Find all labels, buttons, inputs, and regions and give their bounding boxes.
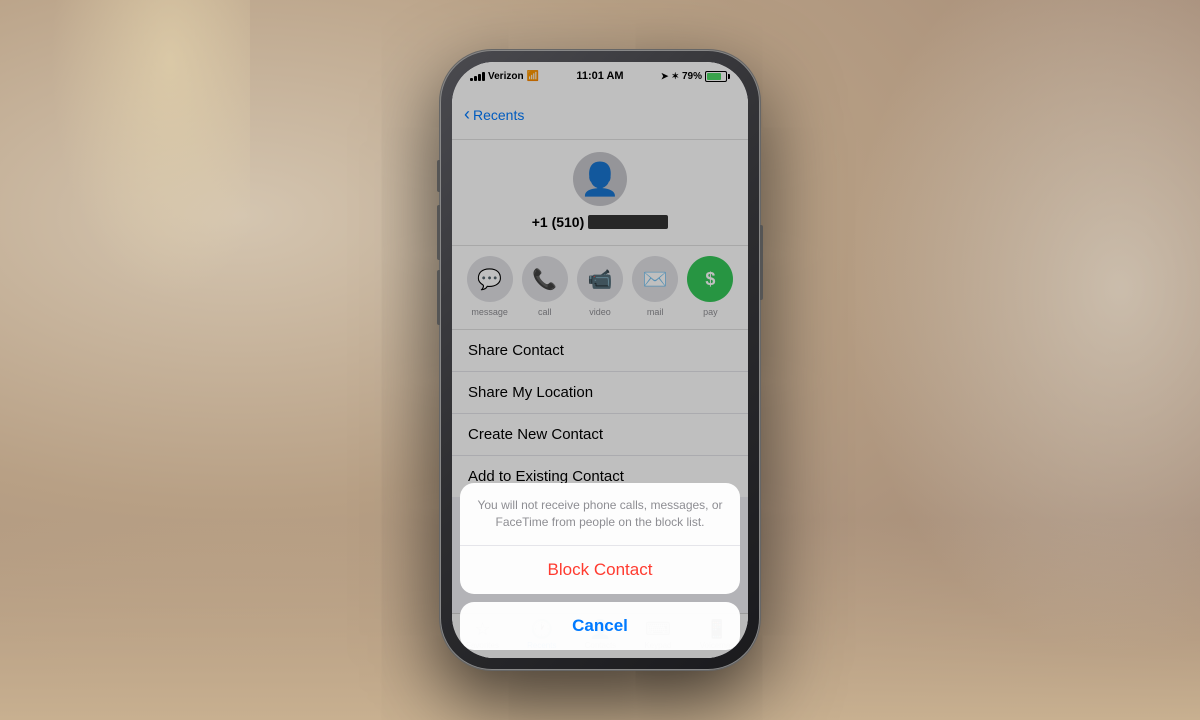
bg-blur-decoration [800, 0, 1200, 720]
block-action-card: You will not receive phone calls, messag… [460, 483, 740, 594]
volume-down-button[interactable] [437, 270, 440, 325]
phone-screen: Verizon 📶 11:01 AM ➤ ✶ 79% [452, 62, 748, 658]
action-sheet: You will not receive phone calls, messag… [452, 483, 748, 658]
volume-up-button[interactable] [437, 205, 440, 260]
bg-lamp-decoration [50, 0, 250, 300]
cancel-card: Cancel [460, 602, 740, 650]
cancel-button[interactable]: Cancel [460, 602, 740, 650]
power-button[interactable] [760, 225, 763, 300]
action-sheet-message: You will not receive phone calls, messag… [460, 483, 740, 546]
silent-switch[interactable] [437, 160, 440, 192]
phone-wrapper: Verizon 📶 11:01 AM ➤ ✶ 79% [440, 50, 760, 670]
block-contact-button[interactable]: Block Contact [460, 546, 740, 594]
